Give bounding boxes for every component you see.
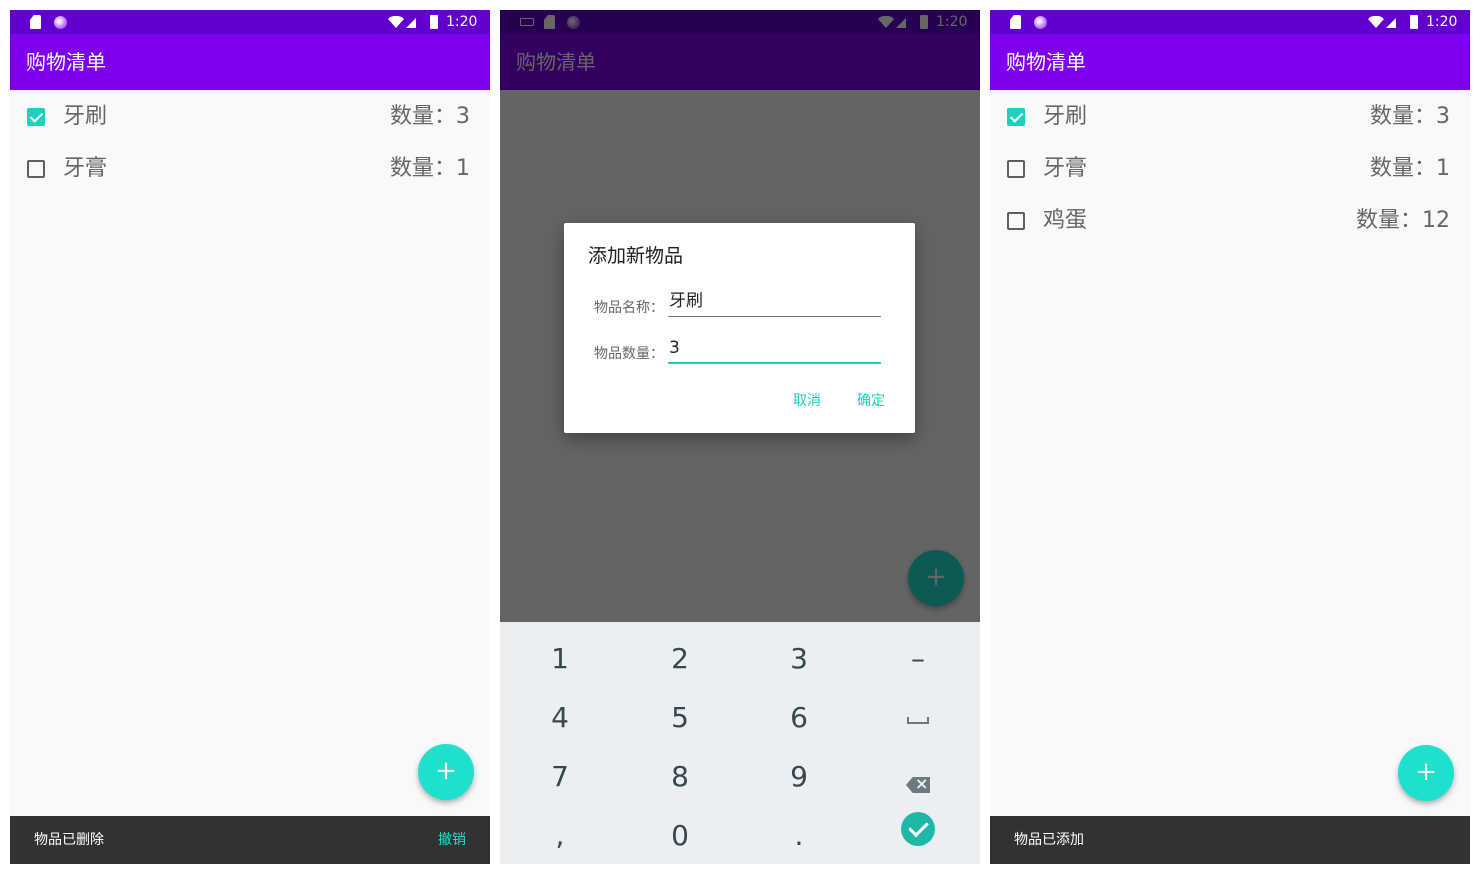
- key-9[interactable]: 9: [739, 747, 859, 806]
- key-5[interactable]: 5: [620, 688, 740, 747]
- signal-icon: [1386, 18, 1396, 28]
- item-quantity: 数量：3: [1370, 104, 1450, 129]
- item-quantity: 数量：1: [390, 156, 470, 181]
- list-item[interactable]: 牙膏 数量：1: [990, 143, 1470, 195]
- sd-card-icon: [1010, 15, 1021, 29]
- cancel-button[interactable]: 取消: [793, 391, 821, 411]
- add-item-dialog: 添加新物品 物品名称： 牙刷 物品数量： 3 取消 确定: [564, 223, 915, 433]
- item-quantity-field[interactable]: 3: [668, 336, 881, 364]
- clock: 1:20: [1426, 14, 1458, 30]
- item-name-label: 物品名称：: [594, 300, 664, 316]
- list-item[interactable]: 牙膏 数量：1: [10, 143, 490, 195]
- notification-circle-icon: [54, 16, 67, 29]
- key-8[interactable]: 8: [620, 747, 740, 806]
- add-item-button[interactable]: +: [1398, 745, 1454, 801]
- add-icon: +: [435, 756, 457, 786]
- checkbox-icon[interactable]: [1007, 212, 1025, 230]
- signal-icon: [406, 18, 416, 28]
- screen-list-added: 1:20 购物清单 牙刷 数量：3 牙膏 数量：1 鸡蛋 数量：12 + 物品已…: [990, 10, 1470, 864]
- list-item[interactable]: 鸡蛋 数量：12: [990, 195, 1470, 247]
- screen-list-deleted: 1:20 购物清单 牙刷 数量：3 牙膏 数量：1 + 物品已删除 撤销: [10, 10, 490, 864]
- status-bar: 1:20: [10, 10, 490, 34]
- item-name-field[interactable]: 牙刷: [668, 289, 881, 317]
- dialog-title: 添加新物品: [588, 245, 684, 267]
- backspace-icon[interactable]: [906, 777, 930, 793]
- item-quantity: 数量：1: [1370, 156, 1450, 181]
- clock: 1:20: [446, 14, 478, 30]
- screen-add-dialog: 1:20 购物清单 + 添加新物品 物品名称： 牙刷 物品数量： 3 取消 确定…: [500, 10, 980, 864]
- list-item[interactable]: 牙刷 数量：3: [10, 91, 490, 143]
- add-icon: +: [1415, 757, 1437, 787]
- app-title: 购物清单: [1006, 50, 1086, 74]
- check-icon[interactable]: [901, 812, 935, 846]
- notification-circle-icon: [1034, 16, 1047, 29]
- battery-icon: [1410, 15, 1418, 29]
- ok-button[interactable]: 确定: [857, 391, 885, 411]
- checkbox-icon[interactable]: [27, 108, 45, 126]
- battery-icon: [430, 15, 438, 29]
- item-quantity: 数量：3: [390, 104, 470, 129]
- key-0[interactable]: 0: [620, 806, 740, 864]
- key-period[interactable]: .: [739, 806, 859, 864]
- space-icon[interactable]: [907, 717, 929, 724]
- wifi-icon: [388, 16, 404, 28]
- checkbox-icon[interactable]: [1007, 108, 1025, 126]
- key-3[interactable]: 3: [739, 629, 859, 688]
- snackbar-message: 物品已删除: [34, 832, 104, 848]
- wifi-icon: [1368, 16, 1384, 28]
- checkbox-icon[interactable]: [27, 160, 45, 178]
- key-comma[interactable]: ,: [500, 806, 620, 864]
- checkbox-icon[interactable]: [1007, 160, 1025, 178]
- snackbar: 物品已添加: [990, 816, 1470, 864]
- key-6[interactable]: 6: [739, 688, 859, 747]
- snackbar: 物品已删除 撤销: [10, 816, 490, 864]
- item-name: 鸡蛋: [1043, 208, 1088, 233]
- key-1[interactable]: 1: [500, 629, 620, 688]
- key-7[interactable]: 7: [500, 747, 620, 806]
- item-name: 牙刷: [1043, 104, 1088, 129]
- key-minus[interactable]: –: [858, 629, 978, 688]
- status-bar: 1:20: [990, 10, 1470, 34]
- add-item-button[interactable]: +: [418, 744, 474, 800]
- item-name: 牙膏: [63, 156, 108, 181]
- snackbar-message: 物品已添加: [1014, 832, 1084, 848]
- item-name: 牙刷: [63, 104, 108, 129]
- undo-button[interactable]: 撤销: [438, 830, 466, 850]
- item-quantity-label: 物品数量：: [594, 346, 664, 362]
- list-item[interactable]: 牙刷 数量：3: [990, 91, 1470, 143]
- app-title: 购物清单: [26, 50, 106, 74]
- key-2[interactable]: 2: [620, 629, 740, 688]
- item-quantity: 数量：12: [1356, 208, 1450, 233]
- key-4[interactable]: 4: [500, 688, 620, 747]
- sd-card-icon: [30, 15, 41, 29]
- app-bar: 购物清单: [990, 34, 1470, 90]
- numeric-keypad: 1 2 3 – 4 5 6 7 8 9 , 0 .: [500, 622, 980, 864]
- app-bar: 购物清单: [10, 34, 490, 90]
- item-name: 牙膏: [1043, 156, 1088, 181]
